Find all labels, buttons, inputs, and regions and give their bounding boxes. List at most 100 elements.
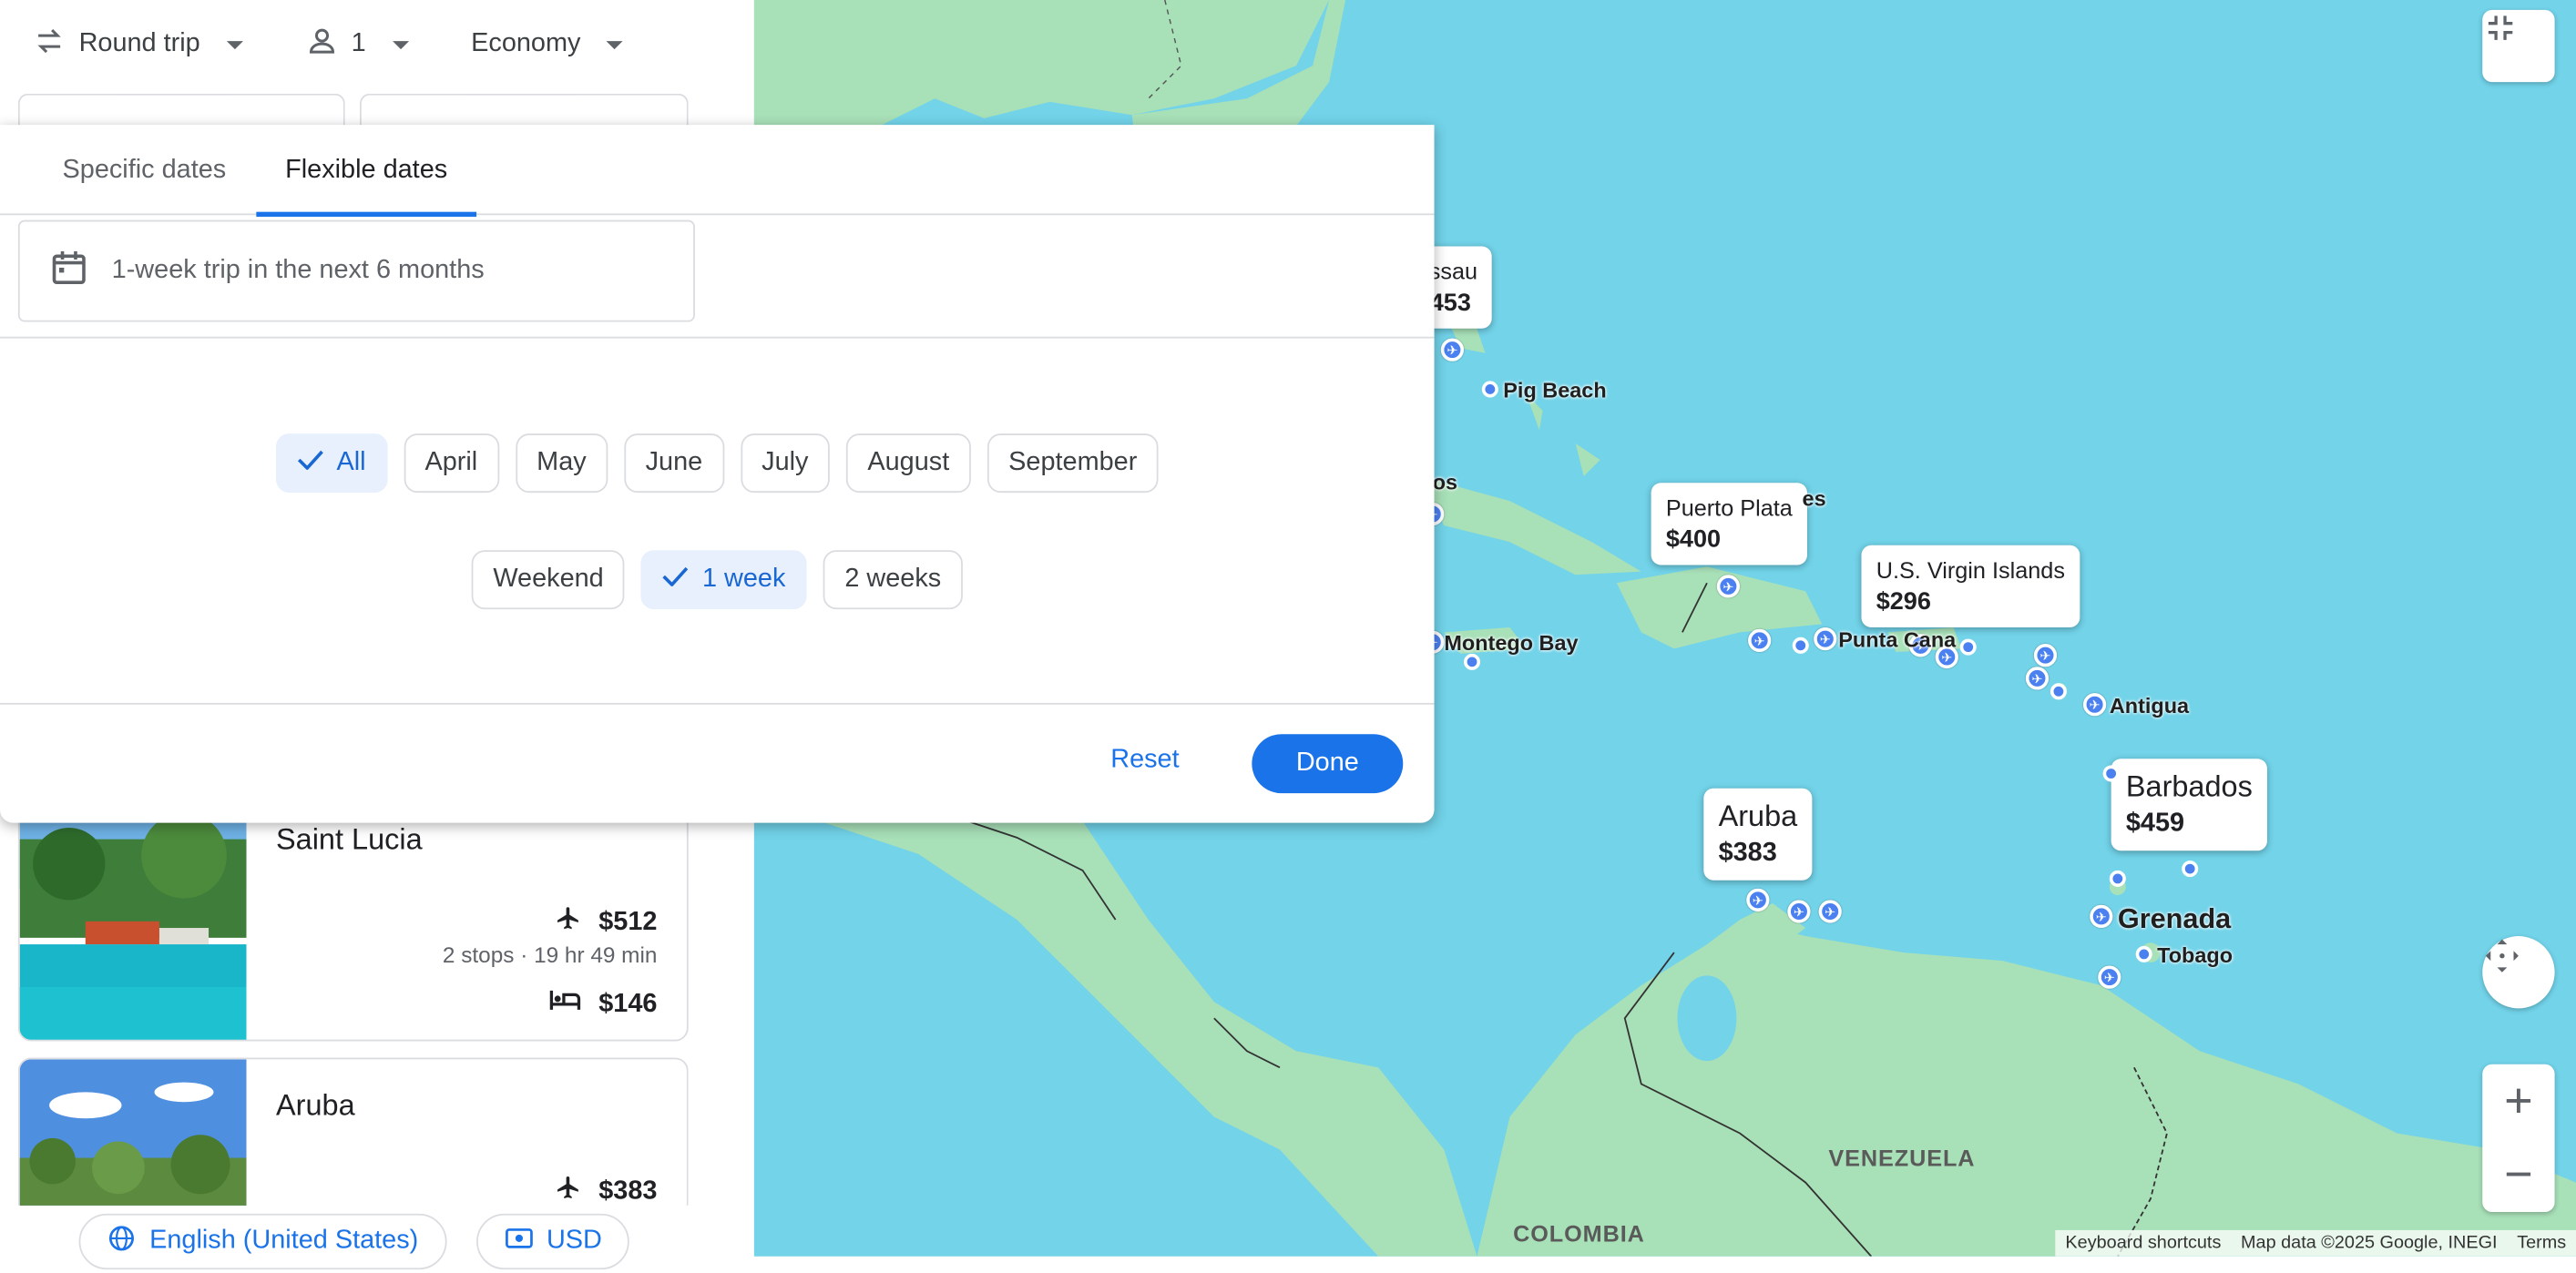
- location-dot[interactable]: [2102, 765, 2120, 782]
- month-chip-may[interactable]: May: [515, 433, 608, 494]
- month-chip-june[interactable]: June: [624, 433, 724, 494]
- language-button[interactable]: English (United States): [78, 1213, 446, 1270]
- footer-settings: English (United States) USD: [78, 1213, 630, 1270]
- month-chip-september[interactable]: September: [986, 433, 1159, 494]
- zoom-out-button[interactable]: −: [2482, 1138, 2554, 1212]
- chip-label: All: [336, 448, 366, 477]
- price-marker[interactable]: Aruba $383: [1703, 788, 1813, 881]
- price-marker[interactable]: Puerto Plata $400: [1651, 483, 1808, 565]
- place-label: Montego Bay: [1444, 630, 1579, 656]
- recenter-map-button[interactable]: [2482, 936, 2555, 1009]
- airport-pin[interactable]: ✈: [1814, 626, 1837, 651]
- marker-name: Puerto Plata: [1665, 494, 1793, 521]
- move-arrows-icon: [2485, 939, 2519, 973]
- duration-chips: Weekend 1 week 2 weeks: [0, 550, 1435, 610]
- month-chip-april[interactable]: April: [404, 433, 499, 494]
- hotel-price: $146: [598, 989, 658, 1018]
- airport-pin[interactable]: ✈: [1787, 900, 1811, 923]
- divider: [0, 702, 1435, 705]
- country-label: COLOMBIA: [1513, 1220, 1645, 1247]
- language-label: English (United States): [149, 1227, 419, 1255]
- price-marker[interactable]: U.S. Virgin Islands $296: [1861, 545, 2080, 627]
- airport-pin[interactable]: ✈: [2082, 693, 2107, 717]
- month-chip-all[interactable]: All: [275, 433, 388, 494]
- flight-price: $383: [598, 1176, 658, 1205]
- date-summary-text: 1-week trip in the next 6 months: [111, 256, 485, 285]
- airport-pin[interactable]: ✈: [1818, 900, 1842, 923]
- person-icon: [305, 24, 338, 65]
- tab-specific-dates[interactable]: Specific dates: [33, 125, 256, 215]
- duration-chip-2-weeks[interactable]: 2 weeks: [823, 550, 963, 610]
- flight-price-row: $383: [556, 1175, 657, 1206]
- marker-name: Barbados: [2125, 769, 2253, 803]
- passengers-count: 1: [351, 29, 366, 58]
- trip-type-select[interactable]: Round trip: [20, 14, 256, 75]
- airport-pin[interactable]: ✈: [2090, 904, 2113, 929]
- currency-icon: [504, 1223, 533, 1260]
- location-dot[interactable]: [1464, 653, 1481, 670]
- trip-type-label: Round trip: [78, 29, 200, 58]
- place-label: Tobago: [2157, 942, 2234, 968]
- calendar-icon: [49, 247, 88, 294]
- zoom-controls: + −: [2482, 1064, 2555, 1213]
- destination-name: Saint Lucia: [276, 822, 423, 856]
- flexible-date-summary-field[interactable]: 1-week trip in the next 6 months: [17, 219, 695, 322]
- marker-name: U.S. Virgin Islands: [1876, 556, 2065, 584]
- cabin-class-select[interactable]: Economy: [458, 20, 637, 69]
- airport-pin[interactable]: ✈: [1748, 628, 1772, 653]
- location-dot[interactable]: [2050, 683, 2067, 700]
- airport-pin[interactable]: ✈: [1746, 888, 1770, 911]
- passengers-select[interactable]: 1: [292, 14, 422, 75]
- marker-name: Aruba: [1718, 799, 1798, 833]
- keyboard-shortcuts-link[interactable]: Keyboard shortcuts: [2056, 1230, 2232, 1257]
- reset-button[interactable]: Reset: [1110, 746, 1179, 775]
- currency-label: USD: [546, 1227, 602, 1255]
- airport-pin[interactable]: ✈: [1716, 575, 1741, 598]
- collapse-map-button[interactable]: [2482, 9, 2555, 83]
- chevron-down-icon: [392, 40, 409, 49]
- zoom-in-button[interactable]: +: [2482, 1064, 2554, 1138]
- location-dot[interactable]: [2135, 945, 2152, 962]
- location-dot[interactable]: [1481, 381, 1498, 398]
- place-label: es: [1802, 485, 1826, 511]
- duration-chip-1-week[interactable]: 1 week: [641, 550, 807, 610]
- location-dot[interactable]: [2109, 870, 2126, 887]
- date-mode-tabs: Specific dates Flexible dates: [0, 125, 1435, 218]
- globe-icon: [107, 1223, 136, 1260]
- airport-pin[interactable]: ✈: [2025, 667, 2050, 690]
- chip-label: 1 week: [701, 565, 786, 594]
- bed-icon: [549, 987, 582, 1022]
- place-label: Antigua: [2109, 693, 2190, 718]
- destination-name: Aruba: [276, 1088, 355, 1122]
- marker-price: $459: [2125, 810, 2185, 838]
- chevron-down-icon: [607, 40, 624, 49]
- flight-price-row: $512: [556, 905, 657, 940]
- month-chips: All April May June July August September: [0, 433, 1435, 494]
- airplane-icon: [556, 905, 582, 940]
- terms-link[interactable]: Terms: [2507, 1230, 2576, 1257]
- location-dot[interactable]: [2182, 861, 2199, 878]
- flight-price: $512: [598, 907, 658, 936]
- price-marker[interactable]: Barbados $459: [2111, 759, 2268, 851]
- chevron-down-icon: [226, 40, 243, 49]
- month-chip-august[interactable]: August: [845, 433, 971, 494]
- collapse-icon: [2488, 15, 2513, 40]
- country-label: VENEZUELA: [1828, 1145, 1976, 1171]
- place-label: Pig Beach: [1503, 377, 1607, 402]
- currency-button[interactable]: USD: [475, 1213, 630, 1270]
- airport-pin[interactable]: ✈: [1440, 338, 1465, 362]
- search-options-bar: Round trip 1 Economy: [20, 16, 637, 72]
- location-dot[interactable]: [1959, 638, 1977, 656]
- location-dot[interactable]: [1792, 636, 1809, 654]
- airport-pin[interactable]: ✈: [2098, 965, 2121, 989]
- tab-flexible-dates[interactable]: Flexible dates: [255, 125, 477, 218]
- divider: [0, 336, 1435, 339]
- airport-pin[interactable]: ✈: [2033, 644, 2058, 667]
- month-chip-july[interactable]: July: [740, 433, 830, 494]
- place-label: os: [1432, 469, 1458, 494]
- duration-chip-weekend[interactable]: Weekend: [471, 550, 626, 610]
- date-picker-dialog: Specific dates Flexible dates 1-week tri…: [0, 125, 1435, 823]
- airplane-icon: [556, 1175, 582, 1206]
- done-button[interactable]: Done: [1252, 734, 1404, 794]
- destination-card[interactable]: Aruba $383: [17, 1057, 689, 1206]
